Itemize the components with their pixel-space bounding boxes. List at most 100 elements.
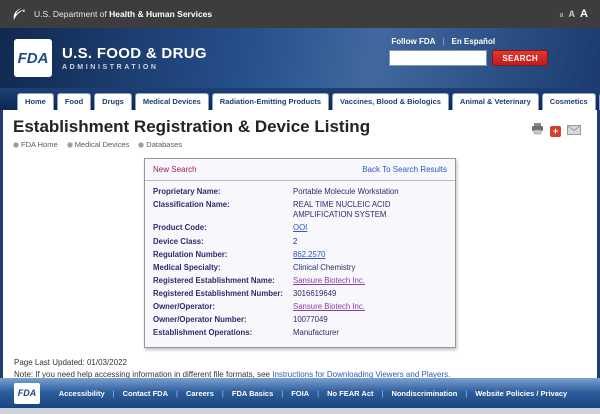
detail-box-header: New Search Back To Search Results [145, 159, 455, 181]
footer-link-fda-basics[interactable]: FDA Basics [232, 389, 273, 398]
footer-separator: | [176, 389, 178, 398]
search-input[interactable] [389, 50, 487, 66]
new-search-link[interactable]: New Search [153, 165, 197, 174]
hhs-top-bar: U.S. Department of Health & Human Servic… [0, 0, 600, 28]
field-label: Product Code: [153, 223, 293, 233]
field-value: Sansure Biotech Inc. [293, 276, 447, 286]
last-updated: Page Last Updated: 01/03/2022 [14, 357, 587, 369]
footer-link-no-fear-act[interactable]: No FEAR Act [327, 389, 373, 398]
footer-separator: | [381, 389, 383, 398]
email-icon[interactable] [567, 122, 581, 140]
footer-link-foia[interactable]: FOIA [291, 389, 309, 398]
field-label: Regulation Number: [153, 250, 293, 260]
field-label: Registered Establishment Number: [153, 289, 293, 299]
font-size-controls: a A A [560, 8, 588, 20]
breadcrumb-item-fda-home[interactable]: FDA Home [13, 140, 58, 149]
page-notes: Page Last Updated: 01/03/2022 Note: If y… [13, 357, 587, 379]
font-size-large-button[interactable]: A [580, 8, 588, 20]
field-value-link[interactable]: OOI [293, 223, 307, 232]
field-value: 862.2570 [293, 250, 447, 260]
dept-bold: Health & Human Services [109, 9, 212, 19]
font-size-small-button[interactable]: a [560, 12, 564, 19]
banner-links: Follow FDA | En Español [389, 37, 548, 46]
banner-title-main: U.S. FOOD & DRUG [62, 45, 207, 62]
footer-link-contact-fda[interactable]: Contact FDA [123, 389, 168, 398]
fda-banner: FDA U.S. FOOD & DRUG ADMINISTRATION Foll… [0, 28, 600, 88]
detail-row-device-class: Device Class:2 [153, 237, 447, 247]
nav-tab-medical-devices[interactable]: Medical Devices [135, 93, 209, 110]
footer-link-nondiscrimination[interactable]: Nondiscrimination [391, 389, 457, 398]
footer-separator: | [281, 389, 283, 398]
breadcrumb: FDA Home Medical Devices Databases [13, 140, 587, 149]
field-label: Classification Name: [153, 200, 293, 220]
search-area: SEARCH [389, 50, 548, 66]
en-espanol-link[interactable]: En Español [451, 37, 495, 46]
detail-row-regulation-number: Regulation Number:862.2570 [153, 250, 447, 260]
footer-bar: FDA Accessibility | Contact FDA | Careers | FD… [0, 378, 600, 408]
footer-fda-logo[interactable]: FDA [14, 383, 40, 404]
nav-tab-vaccines-blood-biologics[interactable]: Vaccines, Blood & Biologics [332, 93, 449, 110]
detail-row-registered-establishment-name: Registered Establishment Name:Sansure Bi… [153, 276, 447, 286]
main-content: Establishment Registration & Device List… [0, 110, 600, 378]
breadcrumb-item-databases[interactable]: Databases [138, 140, 182, 149]
downloading-viewers-link[interactable]: Instructions for Downloading Viewers and… [272, 370, 448, 378]
search-button[interactable]: SEARCH [492, 50, 548, 66]
breadcrumb-dot-icon [138, 142, 144, 148]
breadcrumb-label: FDA Home [21, 140, 58, 149]
footer-link-website-policies-privacy[interactable]: Website Policies / Privacy [475, 389, 567, 398]
print-icon[interactable] [531, 122, 544, 140]
formats-note: Note: If you need help accessing informa… [14, 369, 587, 378]
nav-tab-food[interactable]: Food [57, 93, 91, 110]
nav-tab-home[interactable]: Home [17, 93, 54, 110]
banner-title-sub: ADMINISTRATION [62, 64, 207, 71]
nav-tab-cosmetics[interactable]: Cosmetics [542, 93, 596, 110]
field-label: Establishment Operations: [153, 328, 293, 338]
footer-separator: | [465, 389, 467, 398]
hhs-eagle-icon [12, 8, 27, 21]
banner-title: U.S. FOOD & DRUG ADMINISTRATION [62, 45, 207, 71]
field-value: Portable Molecule Workstation [293, 187, 447, 197]
nav-tabs: HomeFoodDrugsMedical DevicesRadiation-Em… [0, 88, 600, 110]
field-value: 10077049 [293, 315, 447, 325]
nav-tab-drugs[interactable]: Drugs [94, 93, 132, 110]
font-size-medium-button[interactable]: A [569, 9, 576, 19]
detail-row-proprietary-name: Proprietary Name:Portable Molecule Works… [153, 187, 447, 197]
field-value: OOI [293, 223, 447, 233]
page: U.S. Department of Health & Human Servic… [0, 0, 600, 414]
footer-separator: | [222, 389, 224, 398]
detail-row-medical-specialty: Medical Specialty:Clinical Chemistry [153, 263, 447, 273]
field-value: Sansure Biotech Inc. [293, 302, 447, 312]
detail-table: Proprietary Name:Portable Molecule Works… [145, 181, 455, 347]
device-detail-box: New Search Back To Search Results Propri… [144, 158, 456, 348]
field-label: Owner/Operator: [153, 302, 293, 312]
footer-links: Accessibility | Contact FDA | Careers | FDA Ba… [40, 389, 586, 398]
share-icon[interactable]: + [550, 126, 561, 137]
detail-row-product-code: Product Code:OOI [153, 223, 447, 233]
field-value: REAL TIME NUCLEIC ACID AMPLIFICATION SYS… [293, 200, 447, 220]
breadcrumb-label: Medical Devices [75, 140, 130, 149]
field-label: Registered Establishment Name: [153, 276, 293, 286]
field-value: 3016619649 [293, 289, 447, 299]
field-value-link[interactable]: 862.2570 [293, 250, 326, 259]
footer-link-accessibility[interactable]: Accessibility [59, 389, 105, 398]
note-prefix: Note: If you need help accessing informa… [14, 370, 272, 378]
breadcrumb-item-medical-devices[interactable]: Medical Devices [67, 140, 130, 149]
field-value-link[interactable]: Sansure Biotech Inc. [293, 276, 365, 285]
breadcrumb-dot-icon [67, 142, 73, 148]
note-suffix: . [448, 370, 450, 378]
detail-row-classification-name: Classification Name:REAL TIME NUCLEIC AC… [153, 200, 447, 220]
follow-fda-link[interactable]: Follow FDA [391, 37, 435, 46]
field-value-link[interactable]: Sansure Biotech Inc. [293, 302, 365, 311]
field-label: Device Class: [153, 237, 293, 247]
back-to-search-results-link[interactable]: Back To Search Results [362, 165, 447, 174]
detail-row-owner-operator: Owner/Operator:Sansure Biotech Inc. [153, 302, 447, 312]
detail-row-registered-establishment-number: Registered Establishment Number:30166196… [153, 289, 447, 299]
banner-utilities: Follow FDA | En Español SEARCH [389, 37, 548, 66]
fda-logo[interactable]: FDA [14, 39, 52, 77]
field-value: Manufacturer [293, 328, 447, 338]
breadcrumb-dot-icon [13, 142, 19, 148]
nav-tab-radiation-emitting-products[interactable]: Radiation-Emitting Products [212, 93, 329, 110]
footer-link-careers[interactable]: Careers [186, 389, 214, 398]
field-label: Medical Specialty: [153, 263, 293, 273]
nav-tab-animal-veterinary[interactable]: Animal & Veterinary [452, 93, 539, 110]
